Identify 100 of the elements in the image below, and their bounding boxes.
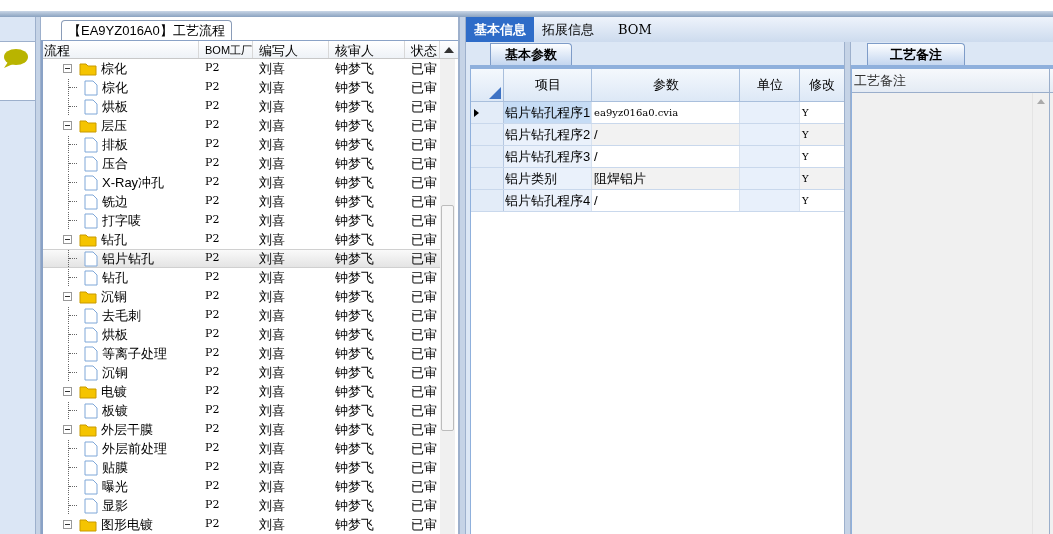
document-icon xyxy=(84,440,98,457)
tree-row[interactable]: 去毛刺 P2 刘喜 钟梦飞 已审 xyxy=(43,306,440,325)
tree-row[interactable]: 沉铜 P2 刘喜 钟梦飞 已审 xyxy=(43,363,440,382)
table-cell-text: 已审 xyxy=(410,401,438,420)
collapse-toggle[interactable] xyxy=(63,292,72,301)
table-cell-text: 钟梦飞 xyxy=(334,325,375,344)
tree-row[interactable]: 显影 P2 刘喜 钟梦飞 已审 xyxy=(43,496,440,515)
tree-row[interactable]: 棕化 P2 刘喜 钟梦飞 已审 xyxy=(43,59,440,78)
column-header[interactable]: 编写人 xyxy=(253,41,329,58)
tree-row[interactable]: X-Ray冲孔 P2 刘喜 钟梦飞 已审 xyxy=(43,173,440,192)
column-header[interactable]: 单位 xyxy=(740,69,800,101)
table-cell-text: 已审 xyxy=(410,249,438,268)
table-cell-text: 已审 xyxy=(410,496,438,515)
tree-row[interactable]: 烘板 P2 刘喜 钟梦飞 已审 xyxy=(43,325,440,344)
tab[interactable]: 工艺备注 xyxy=(867,43,965,65)
table-cell-text: 已审 xyxy=(410,268,438,287)
tree-row[interactable]: 板镀 P2 刘喜 钟梦飞 已审 xyxy=(43,401,440,420)
table-cell-text: P2 xyxy=(204,231,221,248)
table-cell-text: P2 xyxy=(204,288,221,305)
column-header[interactable]: BOM工厂 xyxy=(199,41,253,58)
table-cell-text: 已审 xyxy=(410,287,438,306)
splitter[interactable] xyxy=(459,17,466,534)
table-cell-text: 钟梦飞 xyxy=(334,116,375,135)
column-header[interactable]: 项目 xyxy=(504,69,592,101)
tree-row[interactable]: 钻孔 P2 刘喜 钟梦飞 已审 xyxy=(43,230,440,249)
tree-row[interactable]: 烘板 P2 刘喜 钟梦飞 已审 xyxy=(43,97,440,116)
tree-node-label: 等离子处理 xyxy=(102,344,167,363)
table-cell: 铝片类别 xyxy=(504,168,592,189)
column-header[interactable]: 参数 xyxy=(592,69,740,101)
scrollbar-thumb[interactable] xyxy=(441,205,454,431)
table-cell-text: 刘喜 xyxy=(258,325,286,344)
table-cell-text: 钟梦飞 xyxy=(334,211,375,230)
tab[interactable]: 拓展信息 xyxy=(534,17,602,42)
table-cell-text: 刘喜 xyxy=(258,382,286,401)
tab[interactable]: BOM xyxy=(602,17,668,42)
collapse-toggle[interactable] xyxy=(63,387,72,396)
folder-icon xyxy=(79,61,97,76)
column-header[interactable]: 核审人 xyxy=(329,41,405,58)
table-cell-text: 刘喜 xyxy=(258,363,286,382)
tree-node-label: 钻孔 xyxy=(102,268,128,287)
tree-row[interactable]: 外层前处理 P2 刘喜 钟梦飞 已审 xyxy=(43,439,440,458)
document-icon xyxy=(84,478,98,495)
column-header[interactable]: 状态 xyxy=(405,41,440,58)
tree-row[interactable]: 排板 P2 刘喜 钟梦飞 已审 xyxy=(43,135,440,154)
tree-row[interactable]: 电镀 P2 刘喜 钟梦飞 已审 xyxy=(43,382,440,401)
tree-row[interactable]: 贴膜 P2 刘喜 钟梦飞 已审 xyxy=(43,458,440,477)
tree-row[interactable]: 层压 P2 刘喜 钟梦飞 已审 xyxy=(43,116,440,135)
tree-row[interactable]: 压合 P2 刘喜 钟梦飞 已审 xyxy=(43,154,440,173)
table-cell-text: 钟梦飞 xyxy=(334,496,375,515)
tree-row[interactable]: 钻孔 P2 刘喜 钟梦飞 已审 xyxy=(43,268,440,287)
table-cell-text: 刘喜 xyxy=(258,287,286,306)
tree-row[interactable]: 棕化 P2 刘喜 钟梦飞 已审 xyxy=(43,78,440,97)
table-cell-text: 刘喜 xyxy=(258,78,286,97)
tree-row[interactable]: 等离子处理 P2 刘喜 钟梦飞 已审 xyxy=(43,344,440,363)
tree-row[interactable]: 图形电镀 P2 刘喜 钟梦飞 已审 xyxy=(43,515,440,534)
tree-node-label: 层压 xyxy=(101,116,127,135)
table-cell-text: 刘喜 xyxy=(258,230,286,249)
table-cell-text: P2 xyxy=(204,155,221,172)
document-icon xyxy=(84,136,98,153)
folder-icon xyxy=(79,517,97,532)
collapse-toggle[interactable] xyxy=(63,64,72,73)
table-cell-text: 已审 xyxy=(410,458,438,477)
splitter[interactable] xyxy=(35,17,41,534)
table-cell-text: 已审 xyxy=(410,306,438,325)
collapse-toggle[interactable] xyxy=(63,425,72,434)
table-cell-text: 刘喜 xyxy=(258,401,286,420)
row-header[interactable] xyxy=(471,102,504,123)
tree-node-label: 去毛刺 xyxy=(102,306,141,325)
document-icon xyxy=(84,459,98,476)
tab[interactable]: 基本参数 xyxy=(490,43,572,65)
tree-row[interactable]: 曝光 P2 刘喜 钟梦飞 已审 xyxy=(43,477,440,496)
tree-node-label: 铣边 xyxy=(102,192,128,211)
tree-row[interactable]: 沉铜 P2 刘喜 钟梦飞 已审 xyxy=(43,287,440,306)
table-cell-text: P2 xyxy=(204,136,221,153)
chat-bubble-icon[interactable] xyxy=(2,48,28,70)
tree-row[interactable]: 打字唛 P2 刘喜 钟梦飞 已审 xyxy=(43,211,440,230)
group-title: 【EA9YZ016A0】工艺流程 xyxy=(61,20,232,40)
collapse-toggle[interactable] xyxy=(63,121,72,130)
table-cell-text: P2 xyxy=(204,174,221,191)
table-cell-text: P2 xyxy=(204,250,221,267)
collapse-toggle[interactable] xyxy=(63,520,72,529)
folder-icon xyxy=(79,422,97,437)
table-cell-text: 已审 xyxy=(410,420,438,439)
tree-row[interactable]: 铣边 P2 刘喜 钟梦飞 已审 xyxy=(43,192,440,211)
table-cell-text: 已审 xyxy=(410,97,438,116)
tree-node-label: 板镀 xyxy=(102,401,128,420)
tree-row[interactable]: 铝片钻孔 P2 刘喜 钟梦飞 已审 xyxy=(43,249,440,268)
table-cell-text: P2 xyxy=(204,117,221,134)
table-cell-text: 刘喜 xyxy=(258,420,286,439)
column-header[interactable]: 流程 xyxy=(43,41,199,58)
table-cell-text: P2 xyxy=(204,269,221,286)
tree-row[interactable]: 外层干膜 P2 刘喜 钟梦飞 已审 xyxy=(43,420,440,439)
tree-node-label: 棕化 xyxy=(102,78,128,97)
scroll-up-icon[interactable] xyxy=(444,46,454,54)
splitter[interactable] xyxy=(844,42,851,534)
tab[interactable]: 基本信息 xyxy=(466,17,534,42)
table-cell-text: 刘喜 xyxy=(258,306,286,325)
document-icon xyxy=(84,345,98,362)
collapse-toggle[interactable] xyxy=(63,235,72,244)
document-icon xyxy=(84,79,98,96)
